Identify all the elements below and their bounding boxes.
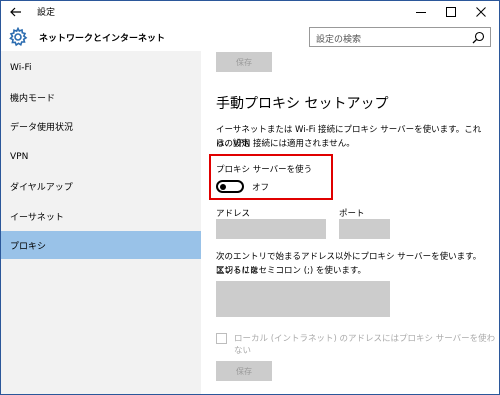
sidebar-item-label: 機内モード <box>10 93 56 104</box>
sidebar: Wi-Fi 機内モード データ使用状況 VPN ダイヤルアップ イーサネット プ… <box>1 51 201 394</box>
sidebar-item-data-usage[interactable]: データ使用状況 <box>1 112 201 140</box>
sidebar-item-label: Wi-Fi <box>10 63 32 73</box>
search-input[interactable]: 設定の検索 <box>309 27 491 47</box>
sidebar-item-label: ダイヤルアップ <box>10 182 73 193</box>
sidebar-item-airplane-mode[interactable]: 機内モード <box>1 83 201 111</box>
title-bar: 設定 <box>1 1 499 23</box>
local-bypass-label: ローカル (イントラネット) のアドレスにはプロキシ サーバーを使わない <box>234 334 496 356</box>
minimize-button[interactable] <box>407 1 435 23</box>
settings-header: ネットワークとインターネット 設定の検索 <box>1 23 499 51</box>
maximize-icon <box>446 7 456 17</box>
window-title: 設定 <box>37 8 56 18</box>
exceptions-field[interactable] <box>216 281 390 317</box>
close-button[interactable] <box>467 1 495 23</box>
save-button-top[interactable]: 保存 <box>216 52 272 72</box>
close-icon <box>476 7 486 17</box>
address-label: アドレス <box>216 209 251 219</box>
highlight-box <box>209 154 333 200</box>
address-field[interactable] <box>216 219 326 239</box>
proxy-description-line-2: は、VPN 接続には適用されません。 <box>216 139 355 149</box>
sidebar-item-wifi[interactable]: Wi-Fi <box>1 54 201 82</box>
save-button-bottom[interactable]: 保存 <box>216 361 272 381</box>
sidebar-item-label: VPN <box>10 152 29 162</box>
sidebar-item-label: プロキシ <box>10 241 47 252</box>
sidebar-item-dialup[interactable]: ダイヤルアップ <box>1 172 201 200</box>
sidebar-item-label: データ使用状況 <box>10 122 74 133</box>
sidebar-item-vpn[interactable]: VPN <box>1 143 201 171</box>
gear-icon <box>9 27 28 47</box>
toggle-state-label: オフ <box>252 183 270 193</box>
proxy-settings-panel: 保存 手動プロキシ セットアップ イーサネットまたは Wi-Fi 接続にプロキシ… <box>202 51 499 394</box>
use-proxy-label: プロキシ サーバーを使う <box>216 165 313 175</box>
sidebar-item-ethernet[interactable]: イーサネット <box>1 202 201 230</box>
section-title: 手動プロキシ セットアップ <box>216 96 389 112</box>
toggle-knob <box>220 184 226 190</box>
maximize-button[interactable] <box>437 1 465 23</box>
sidebar-item-label: イーサネット <box>10 212 64 223</box>
settings-window: 設定 ネットワークとインターネット 設定の検索 Wi-Fi 機内モード データ使… <box>0 0 500 395</box>
exceptions-description-line-2: 区切るにはセミコロン (;) を使います。 <box>216 266 367 276</box>
back-arrow-icon <box>10 7 21 17</box>
search-icon <box>472 31 485 44</box>
page-title: ネットワークとインターネット <box>39 34 166 44</box>
search-placeholder: 設定の検索 <box>316 35 362 45</box>
port-label: ポート <box>339 209 365 219</box>
port-field[interactable] <box>339 219 390 239</box>
minimize-icon <box>416 12 426 13</box>
back-button[interactable] <box>5 2 27 22</box>
use-proxy-toggle[interactable] <box>216 180 244 193</box>
local-bypass-checkbox[interactable] <box>216 333 227 344</box>
sidebar-item-proxy[interactable]: プロキシ <box>1 231 201 259</box>
